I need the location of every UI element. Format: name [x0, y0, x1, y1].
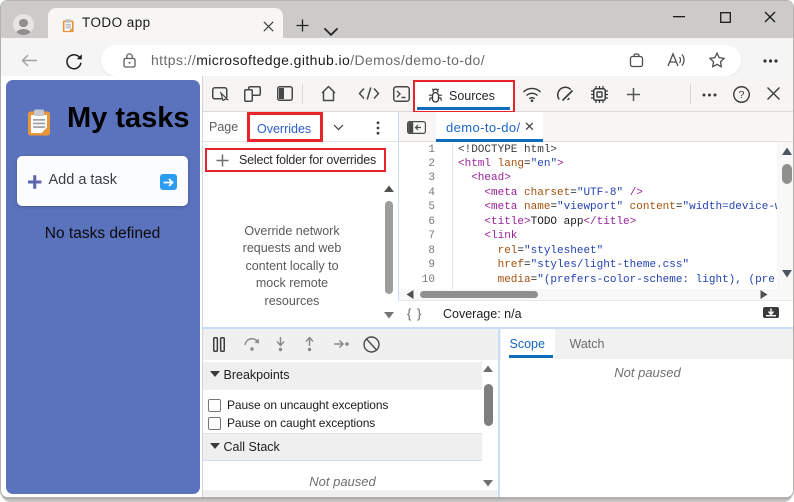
svg-text:?: ?: [739, 89, 745, 101]
